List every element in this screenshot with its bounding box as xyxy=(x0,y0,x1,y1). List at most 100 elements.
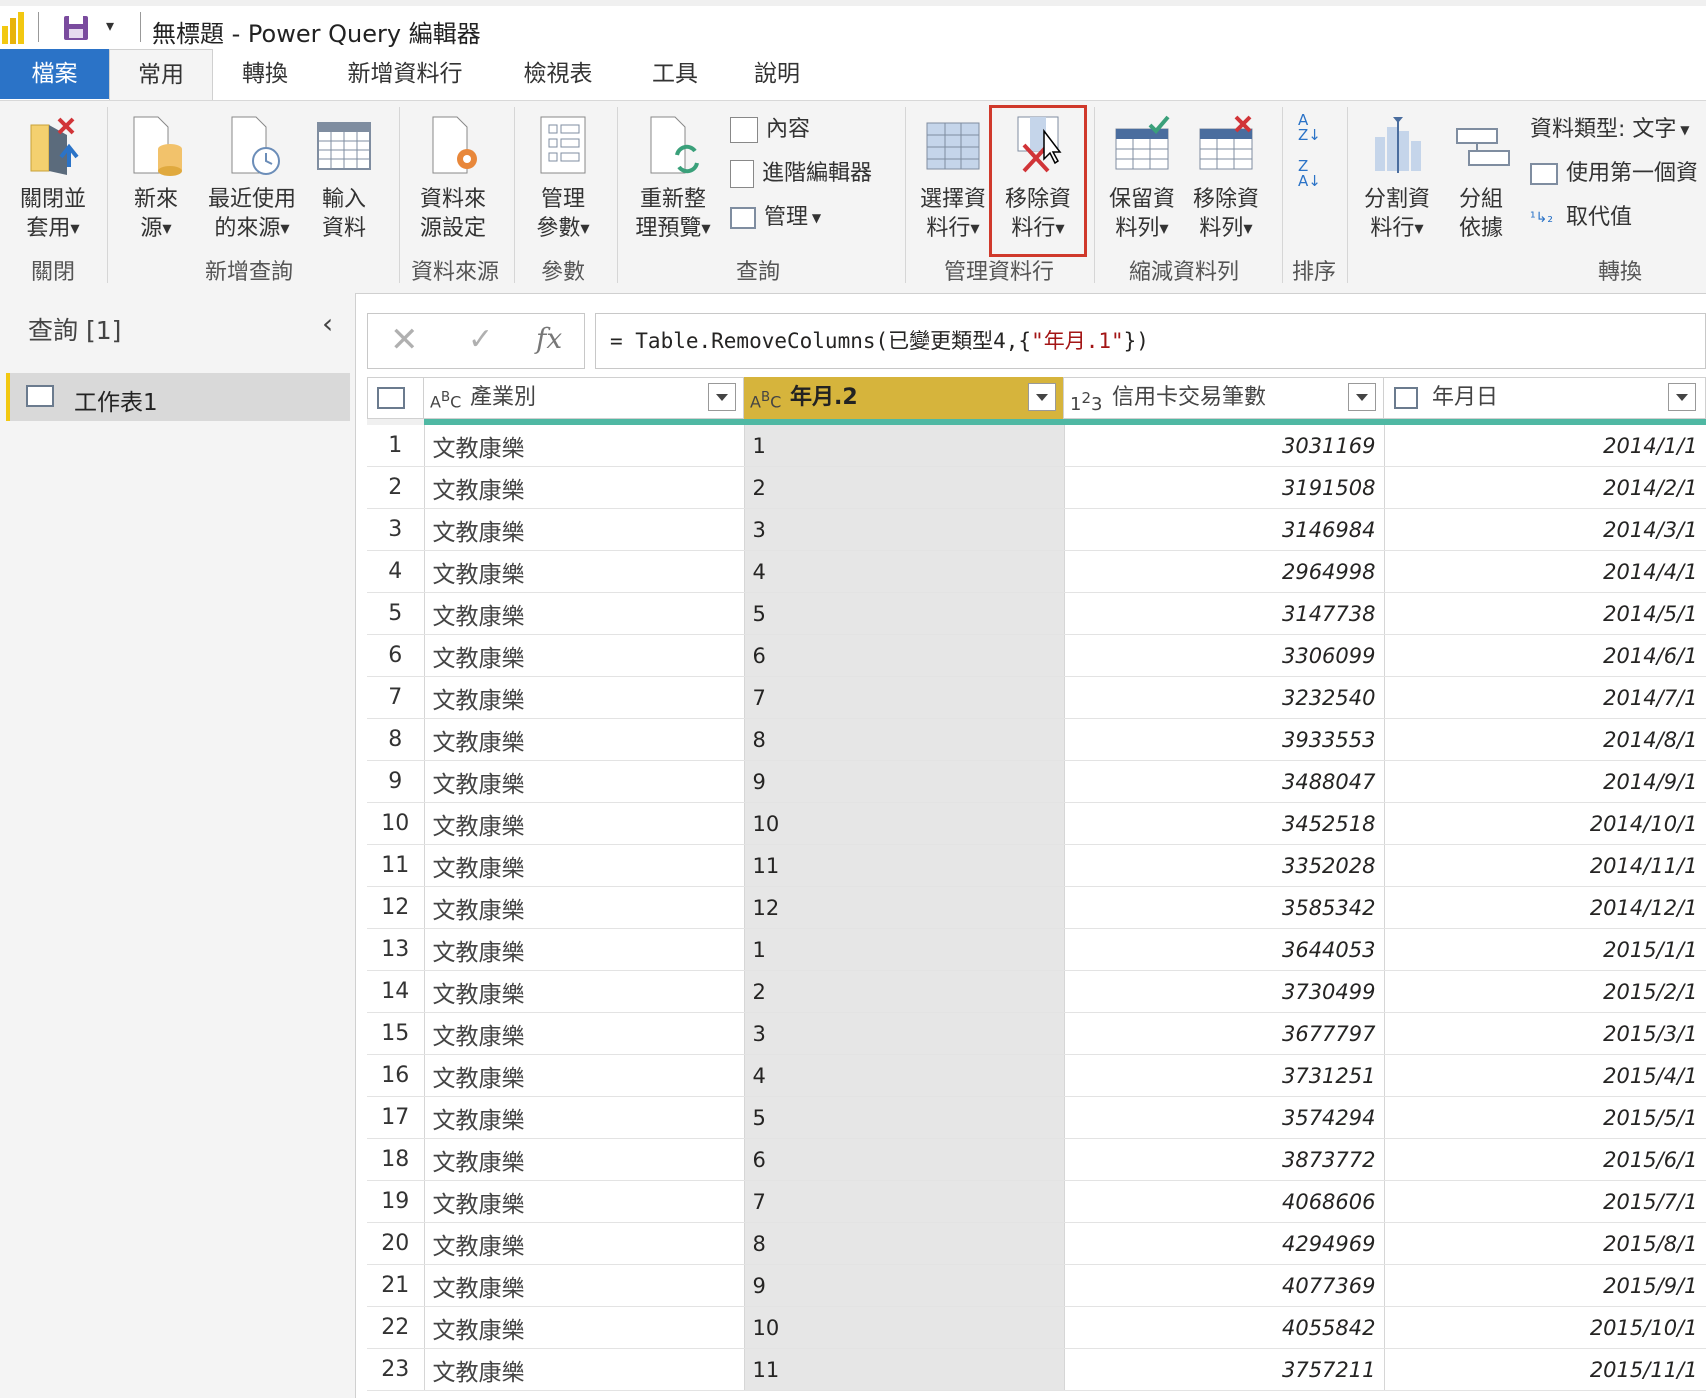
cell-date[interactable]: 2015/4/1 xyxy=(1384,1054,1706,1097)
table-row[interactable]: 20 文教康樂 8 4294969 2015/8/1 xyxy=(367,1222,1706,1265)
row-number[interactable]: 11 xyxy=(367,844,425,887)
check-icon[interactable]: ✓ xyxy=(468,322,493,357)
cell-industry[interactable]: 文教康樂 xyxy=(424,970,745,1013)
new-source-button[interactable]: 新來 源▼ xyxy=(118,115,194,244)
row-number[interactable]: 3 xyxy=(367,508,425,551)
cell-date[interactable]: 2015/3/1 xyxy=(1384,1012,1706,1055)
column-header-industry[interactable]: ABC 產業別 xyxy=(424,377,744,419)
refresh-preview-button[interactable]: 重新整 理預覽▼ xyxy=(626,115,720,244)
row-number[interactable]: 18 xyxy=(367,1138,425,1181)
row-number[interactable]: 23 xyxy=(367,1348,425,1391)
table-row[interactable]: 7 文教康樂 7 3232540 2014/7/1 xyxy=(367,676,1706,719)
cell-industry[interactable]: 文教康樂 xyxy=(424,1012,745,1055)
cell-date[interactable]: 2015/6/1 xyxy=(1384,1138,1706,1181)
remove-rows-button[interactable]: 移除資 料列▼ xyxy=(1184,115,1268,244)
cell-date[interactable]: 2014/10/1 xyxy=(1384,802,1706,845)
cell-transactions[interactable]: 3757211 xyxy=(1064,1348,1385,1391)
cell-yearmonth2[interactable]: 5 xyxy=(744,1096,1065,1139)
cell-transactions[interactable]: 3585342 xyxy=(1064,886,1385,929)
cell-transactions[interactable]: 4068606 xyxy=(1064,1180,1385,1223)
row-number[interactable]: 12 xyxy=(367,886,425,929)
table-row[interactable]: 21 文教康樂 9 4077369 2015/9/1 xyxy=(367,1264,1706,1307)
row-number[interactable]: 14 xyxy=(367,970,425,1013)
formula-input[interactable]: = Table.RemoveColumns(已變更類型4,{"年月.1"}) xyxy=(595,313,1706,369)
cell-industry[interactable]: 文教康樂 xyxy=(424,928,745,971)
cell-industry[interactable]: 文教康樂 xyxy=(424,592,745,635)
cell-yearmonth2[interactable]: 8 xyxy=(744,1222,1065,1265)
filter-dropdown-icon[interactable] xyxy=(1028,383,1056,411)
cell-yearmonth2[interactable]: 7 xyxy=(744,1180,1065,1223)
filter-dropdown-icon[interactable] xyxy=(1348,383,1376,411)
row-number[interactable]: 9 xyxy=(367,760,425,803)
cell-industry[interactable]: 文教康樂 xyxy=(424,634,745,677)
cell-date[interactable]: 2015/10/1 xyxy=(1384,1306,1706,1349)
recent-sources-button[interactable]: 最近使用 的來源▼ xyxy=(200,115,304,244)
cell-industry[interactable]: 文教康樂 xyxy=(424,425,745,467)
tab-home[interactable]: 常用 xyxy=(109,49,213,102)
cell-date[interactable]: 2015/8/1 xyxy=(1384,1222,1706,1265)
cell-date[interactable]: 2015/9/1 xyxy=(1384,1264,1706,1307)
tab-transform[interactable]: 轉換 xyxy=(222,49,308,99)
row-number[interactable]: 19 xyxy=(367,1180,425,1223)
manage-button[interactable]: 管理 ▼ xyxy=(730,203,821,233)
cell-date[interactable]: 2015/2/1 xyxy=(1384,970,1706,1013)
row-number[interactable]: 21 xyxy=(367,1264,425,1307)
data-source-settings-button[interactable]: 資料來 源設定 xyxy=(408,115,498,243)
cell-industry[interactable]: 文教康樂 xyxy=(424,550,745,593)
tab-tools[interactable]: 工具 xyxy=(640,49,710,99)
cell-date[interactable]: 2015/11/1 xyxy=(1384,1348,1706,1391)
sort-ascending-icon[interactable]: A Z↓ xyxy=(1298,113,1332,149)
row-number[interactable]: 20 xyxy=(367,1222,425,1265)
replace-values-button[interactable]: ¹↳₂ 取代值 xyxy=(1530,203,1632,233)
split-column-button[interactable]: 分割資 料行▼ xyxy=(1356,115,1438,244)
cell-transactions[interactable]: 3306099 xyxy=(1064,634,1385,677)
cell-transactions[interactable]: 3191508 xyxy=(1064,466,1385,509)
fx-icon[interactable]: fx xyxy=(536,322,562,355)
row-number[interactable]: 10 xyxy=(367,802,425,845)
cell-yearmonth2[interactable]: 12 xyxy=(744,886,1065,929)
cell-date[interactable]: 2014/5/1 xyxy=(1384,592,1706,635)
cell-yearmonth2[interactable]: 7 xyxy=(744,676,1065,719)
table-row[interactable]: 11 文教康樂 11 3352028 2014/11/1 xyxy=(367,844,1706,887)
cell-transactions[interactable]: 3146984 xyxy=(1064,508,1385,551)
filter-dropdown-icon[interactable] xyxy=(708,383,736,411)
cell-date[interactable]: 2014/11/1 xyxy=(1384,844,1706,887)
table-row[interactable]: 22 文教康樂 10 4055842 2015/10/1 xyxy=(367,1306,1706,1349)
cell-transactions[interactable]: 3147738 xyxy=(1064,592,1385,635)
row-number[interactable]: 16 xyxy=(367,1054,425,1097)
cell-industry[interactable]: 文教康樂 xyxy=(424,466,745,509)
cell-date[interactable]: 2014/12/1 xyxy=(1384,886,1706,929)
cell-yearmonth2[interactable]: 8 xyxy=(744,718,1065,761)
cell-yearmonth2[interactable]: 3 xyxy=(744,508,1065,551)
table-row[interactable]: 4 文教康樂 4 2964998 2014/4/1 xyxy=(367,550,1706,593)
enter-data-button[interactable]: 輸入 資料 xyxy=(308,115,380,243)
cancel-icon[interactable]: ✕ xyxy=(390,320,419,360)
cell-transactions[interactable]: 3031169 xyxy=(1064,425,1385,467)
cell-industry[interactable]: 文教康樂 xyxy=(424,718,745,761)
cell-yearmonth2[interactable]: 10 xyxy=(744,802,1065,845)
filter-dropdown-icon[interactable] xyxy=(1668,383,1696,411)
tab-view[interactable]: 檢視表 xyxy=(512,49,604,99)
cell-transactions[interactable]: 3730499 xyxy=(1064,970,1385,1013)
cell-industry[interactable]: 文教康樂 xyxy=(424,676,745,719)
cell-date[interactable]: 2014/8/1 xyxy=(1384,718,1706,761)
cell-transactions[interactable]: 4055842 xyxy=(1064,1306,1385,1349)
cell-transactions[interactable]: 3574294 xyxy=(1064,1096,1385,1139)
cell-date[interactable]: 2014/2/1 xyxy=(1384,466,1706,509)
cell-yearmonth2[interactable]: 1 xyxy=(744,928,1065,971)
quick-access-dropdown-icon[interactable]: ▾ xyxy=(106,16,114,35)
row-number[interactable]: 22 xyxy=(367,1306,425,1349)
table-menu-icon[interactable] xyxy=(367,377,424,419)
cell-yearmonth2[interactable]: 9 xyxy=(744,760,1065,803)
cell-yearmonth2[interactable]: 9 xyxy=(744,1264,1065,1307)
cell-yearmonth2[interactable]: 6 xyxy=(744,1138,1065,1181)
table-row[interactable]: 2 文教康樂 2 3191508 2014/2/1 xyxy=(367,466,1706,509)
cell-industry[interactable]: 文教康樂 xyxy=(424,1264,745,1307)
cell-date[interactable]: 2015/7/1 xyxy=(1384,1180,1706,1223)
row-number[interactable]: 17 xyxy=(367,1096,425,1139)
save-icon[interactable] xyxy=(62,14,90,42)
cell-date[interactable]: 2015/5/1 xyxy=(1384,1096,1706,1139)
keep-rows-button[interactable]: 保留資 料列▼ xyxy=(1100,115,1184,244)
cell-transactions[interactable]: 4077369 xyxy=(1064,1264,1385,1307)
table-row[interactable]: 23 文教康樂 11 3757211 2015/11/1 xyxy=(367,1348,1706,1391)
